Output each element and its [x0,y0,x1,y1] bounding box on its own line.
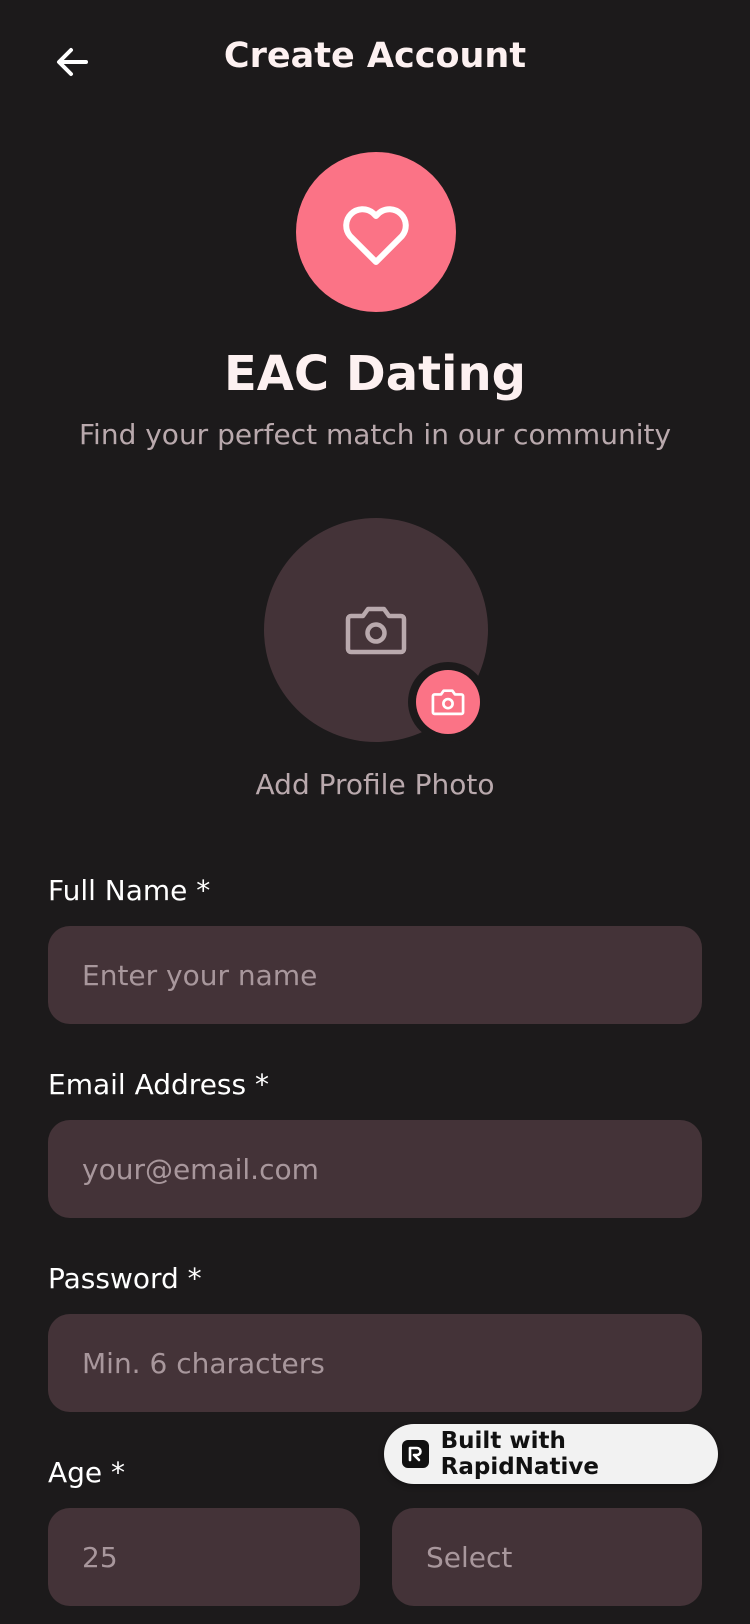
heart-icon [343,206,409,265]
built-with-badge[interactable]: Built with RapidNative [384,1424,718,1484]
password-input[interactable] [48,1314,702,1412]
add-photo-badge [416,670,480,734]
header: Create Account [0,0,750,124]
gender-select-value: Select [426,1540,513,1574]
app-logo [296,152,456,312]
add-photo-label: Add Profile Photo [255,768,495,801]
rapidnative-logo-icon [402,1440,429,1468]
page-title: Create Account [223,36,527,76]
built-with-text: Built with RapidNative [440,1428,599,1480]
camera-icon [345,606,407,655]
email-input[interactable] [48,1120,702,1218]
rapidnative-mark-icon [409,1446,423,1462]
add-photo-button[interactable] [408,662,488,742]
email-label: Email Address * [48,1068,269,1101]
app-name: EAC Dating [223,346,527,402]
full-name-label: Full Name * [48,874,211,907]
full-name-input[interactable] [48,926,702,1024]
gender-select[interactable]: Select [392,1508,702,1606]
password-label: Password * [48,1262,202,1295]
app-tagline: Find your perfect match in our community [78,418,672,451]
camera-icon [431,689,465,716]
age-input[interactable] [48,1508,360,1606]
age-label: Age * [48,1456,126,1489]
